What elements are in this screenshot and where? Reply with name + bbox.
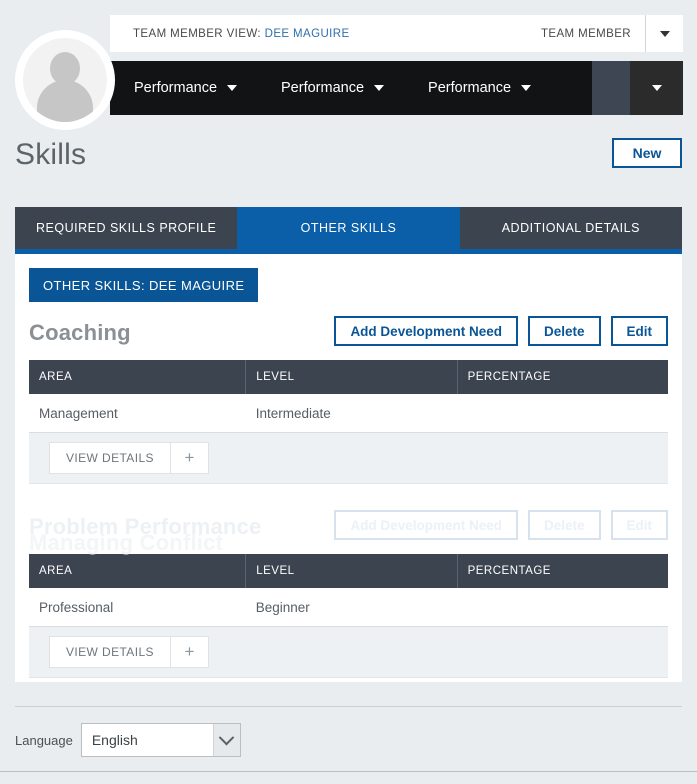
- nav-item-performance-1[interactable]: Performance: [110, 61, 259, 115]
- caret-down-icon: [227, 85, 237, 91]
- view-details-button[interactable]: VIEW DETAILS: [49, 442, 171, 474]
- nav-spacer: [553, 61, 592, 115]
- edit-button[interactable]: Edit: [611, 510, 669, 540]
- add-development-need-button[interactable]: Add Development Need: [334, 316, 518, 346]
- tab-required-skills-profile[interactable]: REQUIRED SKILLS PROFILE: [15, 207, 237, 249]
- role-switcher: TEAM MEMBER: [527, 15, 683, 52]
- caret-down-icon: [374, 85, 384, 91]
- nav-item-performance-2[interactable]: Performance: [259, 61, 406, 115]
- top-header: TEAM MEMBER VIEW: DEE MAGUIRE TEAM MEMBE…: [0, 15, 697, 115]
- nav-overflow-button[interactable]: [630, 61, 683, 115]
- nav-item-label: Performance: [134, 80, 217, 96]
- view-details-group: VIEW DETAILS +: [49, 442, 209, 474]
- table-header-row: AREA LEVEL PERCENTAGE: [29, 554, 668, 588]
- role-dropdown-button[interactable]: [645, 15, 683, 52]
- table-row[interactable]: Management Intermediate: [29, 394, 668, 433]
- skills-table: AREA LEVEL PERCENTAGE Management Interme…: [29, 360, 668, 433]
- section-header: Coaching Add Development Need Delete Edi…: [29, 316, 668, 360]
- footer: Language English: [15, 716, 241, 764]
- bottom-border: [0, 771, 697, 772]
- cell-area: Professional: [29, 588, 246, 627]
- status-badge: OTHER SKILLS: DEE MAGUIRE: [29, 268, 258, 302]
- tab-other-skills[interactable]: OTHER SKILLS: [237, 207, 459, 249]
- cell-percentage: [457, 588, 668, 627]
- main-navigation: Performance Performance Performance: [110, 61, 683, 115]
- column-header-area: AREA: [29, 554, 246, 588]
- nav-item-label: Performance: [428, 80, 511, 96]
- skill-section-coaching: Coaching Add Development Need Delete Edi…: [29, 316, 668, 484]
- nav-item-list: Performance Performance Performance: [110, 61, 553, 115]
- section-actions: Add Development Need Delete Edit: [334, 316, 668, 346]
- language-label: Language: [15, 733, 73, 748]
- table-header-row: AREA LEVEL PERCENTAGE: [29, 360, 668, 394]
- nav-item-label: Performance: [281, 80, 364, 96]
- delete-button[interactable]: Delete: [528, 510, 601, 540]
- delete-button[interactable]: Delete: [528, 316, 601, 346]
- page-title: Skills: [15, 138, 86, 172]
- skill-section-secondary: Problem Performance Managing Conflict Ad…: [29, 510, 668, 678]
- add-development-need-button[interactable]: Add Development Need: [334, 510, 518, 540]
- section-actions: Add Development Need Delete Edit: [334, 510, 668, 540]
- team-member-view-label: TEAM MEMBER VIEW: DEE MAGUIRE: [133, 28, 350, 40]
- row-action-bar: VIEW DETAILS +: [29, 627, 668, 678]
- tab-bar: REQUIRED SKILLS PROFILE OTHER SKILLS ADD…: [15, 207, 682, 249]
- plus-icon[interactable]: +: [171, 442, 209, 474]
- caret-down-icon: [521, 85, 531, 91]
- language-selected-value: English: [82, 732, 138, 748]
- column-header-level: LEVEL: [246, 554, 457, 588]
- skills-table: AREA LEVEL PERCENTAGE Professional Begin…: [29, 554, 668, 627]
- cell-area: Management: [29, 394, 246, 433]
- nav-slate-segment: [592, 61, 630, 115]
- role-label: TEAM MEMBER: [527, 15, 645, 52]
- tab-additional-details[interactable]: ADDITIONAL DETAILS: [460, 207, 682, 249]
- identity-bar: TEAM MEMBER VIEW: DEE MAGUIRE TEAM MEMBE…: [110, 15, 683, 52]
- avatar-body-shape: [37, 80, 93, 122]
- column-header-percentage: PERCENTAGE: [457, 360, 668, 394]
- column-header-area: AREA: [29, 360, 246, 394]
- footer-divider: [15, 706, 682, 707]
- section-title-incoming: Managing Conflict: [29, 530, 223, 556]
- cell-level: Beginner: [246, 588, 457, 627]
- view-details-button[interactable]: VIEW DETAILS: [49, 636, 171, 668]
- page-title-row: Skills New: [0, 130, 697, 192]
- row-action-bar: VIEW DETAILS +: [29, 433, 668, 484]
- view-details-group: VIEW DETAILS +: [49, 636, 209, 668]
- column-header-percentage: PERCENTAGE: [457, 554, 668, 588]
- app-page: TEAM MEMBER VIEW: DEE MAGUIRE TEAM MEMBE…: [0, 0, 697, 784]
- cell-percentage: [457, 394, 668, 433]
- column-header-level: LEVEL: [246, 360, 457, 394]
- section-title: Coaching: [29, 320, 131, 346]
- section-header: Problem Performance Managing Conflict Ad…: [29, 510, 668, 554]
- plus-icon[interactable]: +: [171, 636, 209, 668]
- nav-item-performance-3[interactable]: Performance: [406, 61, 553, 115]
- chevron-down-icon: [660, 31, 670, 37]
- language-select[interactable]: English: [81, 723, 241, 757]
- cell-level: Intermediate: [246, 394, 457, 433]
- chevron-down-icon: [213, 724, 240, 756]
- view-prefix-text: TEAM MEMBER VIEW:: [133, 28, 261, 40]
- user-avatar-icon: [23, 38, 107, 122]
- new-button[interactable]: New: [612, 138, 682, 168]
- view-person-name-link[interactable]: DEE MAGUIRE: [265, 28, 350, 40]
- content-panel: OTHER SKILLS: DEE MAGUIRE Coaching Add D…: [15, 254, 682, 682]
- edit-button[interactable]: Edit: [611, 316, 669, 346]
- avatar: [15, 30, 115, 130]
- table-row[interactable]: Professional Beginner: [29, 588, 668, 627]
- caret-down-icon: [652, 85, 662, 91]
